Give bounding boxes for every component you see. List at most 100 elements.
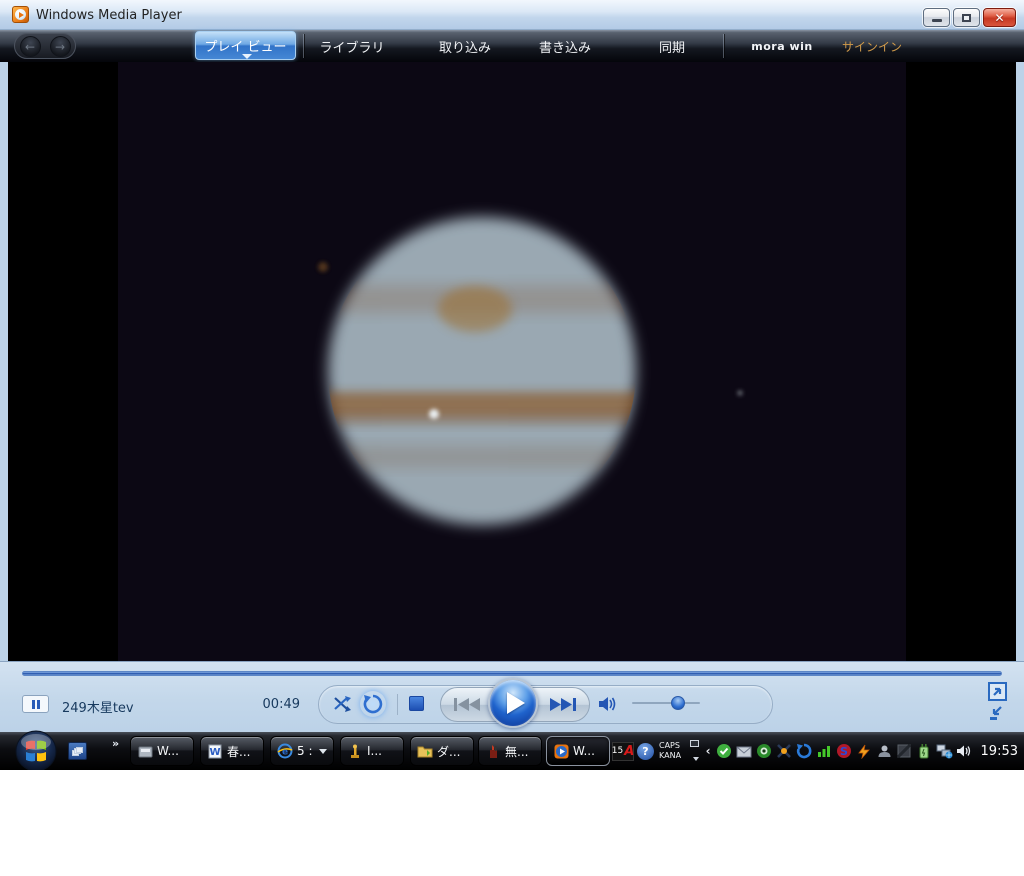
previous-button[interactable] (448, 693, 486, 716)
volume-track[interactable] (632, 702, 700, 704)
clock[interactable]: 19:53 (981, 744, 1018, 759)
signal-bars-icon[interactable] (816, 743, 833, 760)
sign-in-link[interactable]: サインイン (832, 30, 912, 62)
compact-mode-icon (990, 706, 1002, 720)
windows-start-orb-icon (15, 730, 57, 772)
play-icon (507, 692, 525, 714)
play-button[interactable] (488, 678, 538, 728)
lightning-icon[interactable] (856, 743, 873, 760)
taskbar-group-ie[interactable]: e 5 : (270, 736, 334, 766)
stop-button[interactable] (409, 696, 424, 711)
tab-rip[interactable]: 取り込み (425, 30, 505, 62)
fullscreen-icon (988, 682, 1007, 701)
s-badge-icon[interactable]: S (836, 743, 853, 760)
folder-download-icon (417, 743, 433, 759)
repeat-button[interactable] (360, 691, 386, 717)
compact-mode-button[interactable] (988, 704, 1007, 723)
star-x-icon[interactable] (776, 743, 793, 760)
title-bar[interactable]: Windows Media Player ✕ (0, 0, 1024, 30)
tab-separator (303, 34, 304, 58)
control-separator (397, 694, 398, 715)
mute-button[interactable] (595, 691, 621, 717)
shuffle-button[interactable] (330, 691, 356, 717)
svg-text:S: S (840, 745, 848, 758)
internet-explorer-icon: e (277, 743, 293, 759)
minimize-icon (931, 19, 942, 22)
eye-icon[interactable] (756, 743, 773, 760)
help-icon[interactable]: ? (637, 742, 654, 760)
gold-app-icon (347, 743, 363, 759)
back-button[interactable]: ← (19, 35, 41, 57)
app-window-icon (137, 743, 153, 759)
back-arrow-icon: ← (24, 39, 36, 54)
maximize-button[interactable] (953, 8, 980, 27)
fullscreen-button[interactable] (988, 682, 1007, 701)
tab-burn[interactable]: 書き込み (525, 30, 605, 62)
maximize-icon (962, 13, 971, 22)
start-button[interactable] (14, 729, 58, 773)
power-plug-icon[interactable] (916, 743, 933, 760)
next-button[interactable] (544, 693, 582, 716)
screenshot-white-margin (0, 770, 1024, 876)
window-title: Windows Media Player (36, 8, 182, 23)
playstate-pause-indicator[interactable] (22, 695, 49, 713)
quicklaunch-overflow-chevron[interactable]: » (112, 737, 119, 750)
video-area (0, 62, 1024, 661)
network-icon[interactable] (936, 743, 953, 760)
chevron-down-icon (318, 748, 327, 754)
taskbar-button-label: W... (157, 744, 179, 758)
app-square-icon[interactable] (896, 743, 913, 760)
playback-control-bar: 249木星tev 00:49 (0, 661, 1024, 732)
taskbar-button-untitled[interactable]: 無... (478, 736, 542, 766)
taskbar-button-word[interactable]: W 春... (200, 736, 264, 766)
tab-mora-win[interactable]: mora win (742, 30, 822, 62)
taskbar: » W... W 春... e 5 : I... ダ... 無... W... … (0, 729, 1024, 773)
red-app-icon (485, 743, 501, 759)
taskbar-button-1[interactable]: W... (130, 736, 194, 766)
taskbar-button-folder[interactable]: ダ... (410, 736, 474, 766)
system-tray: 15 A ? CAPS KANA ‹ S 19:53 (612, 732, 1024, 770)
tab-separator (723, 34, 724, 58)
taskbar-button-4[interactable]: I... (340, 736, 404, 766)
nav-button-group: ← → (14, 33, 76, 59)
repeat-icon (363, 694, 383, 714)
minimize-button[interactable] (923, 8, 950, 27)
wmp-window: Windows Media Player ✕ ← → プレイ ビュー ライブラリ… (0, 0, 1024, 772)
taskbar-button-label: 無... (505, 744, 529, 759)
tab-bar: ← → プレイ ビュー ライブラリ 取り込み 書き込み 同期 mora win … (0, 30, 1024, 62)
taskbar-group-count: 5 : (297, 744, 313, 758)
volume-tray-icon[interactable] (956, 743, 973, 760)
taskbar-button-label: I... (367, 744, 382, 758)
chevron-down-icon[interactable] (692, 757, 699, 761)
atok-ime-icon[interactable]: 15 A (612, 741, 634, 761)
elapsed-time: 00:49 (262, 697, 300, 712)
video-frame[interactable] (8, 62, 1016, 661)
flip3d-icon (72, 746, 83, 756)
svg-text:e: e (282, 748, 288, 758)
taskbar-button-label: ダ... (437, 744, 461, 759)
tab-sync[interactable]: 同期 (632, 30, 712, 62)
tray-collapse-chevron[interactable]: ‹ (704, 744, 713, 758)
word-doc-icon: W (207, 743, 223, 759)
security-check-icon[interactable] (716, 743, 733, 760)
volume-slider-knob[interactable] (671, 696, 685, 710)
tab-library[interactable]: ライブラリ (312, 30, 392, 62)
close-button[interactable]: ✕ (983, 8, 1016, 27)
svg-text:W: W (209, 747, 220, 758)
taskbar-button-label: 春... (227, 744, 251, 759)
pause-icon (31, 699, 35, 709)
language-bar[interactable]: CAPS KANA (657, 738, 701, 764)
tab-now-playing-label: プレイ ビュー (204, 40, 287, 55)
mail-icon[interactable] (736, 743, 753, 760)
close-icon: ✕ (994, 10, 1005, 25)
switch-windows-button[interactable] (68, 742, 87, 760)
sync-arrow-icon[interactable] (796, 743, 813, 760)
now-playing-title: 249木星tev (62, 701, 134, 716)
seek-bar[interactable] (22, 671, 1002, 676)
tab-now-playing[interactable]: プレイ ビュー (195, 31, 296, 60)
user-icon[interactable] (876, 743, 893, 760)
forward-button[interactable]: → (49, 35, 71, 57)
taskbar-button-label: W... (573, 744, 595, 758)
restore-language-bar-icon[interactable] (689, 740, 699, 747)
taskbar-button-wmp-active[interactable]: W... (546, 736, 610, 766)
